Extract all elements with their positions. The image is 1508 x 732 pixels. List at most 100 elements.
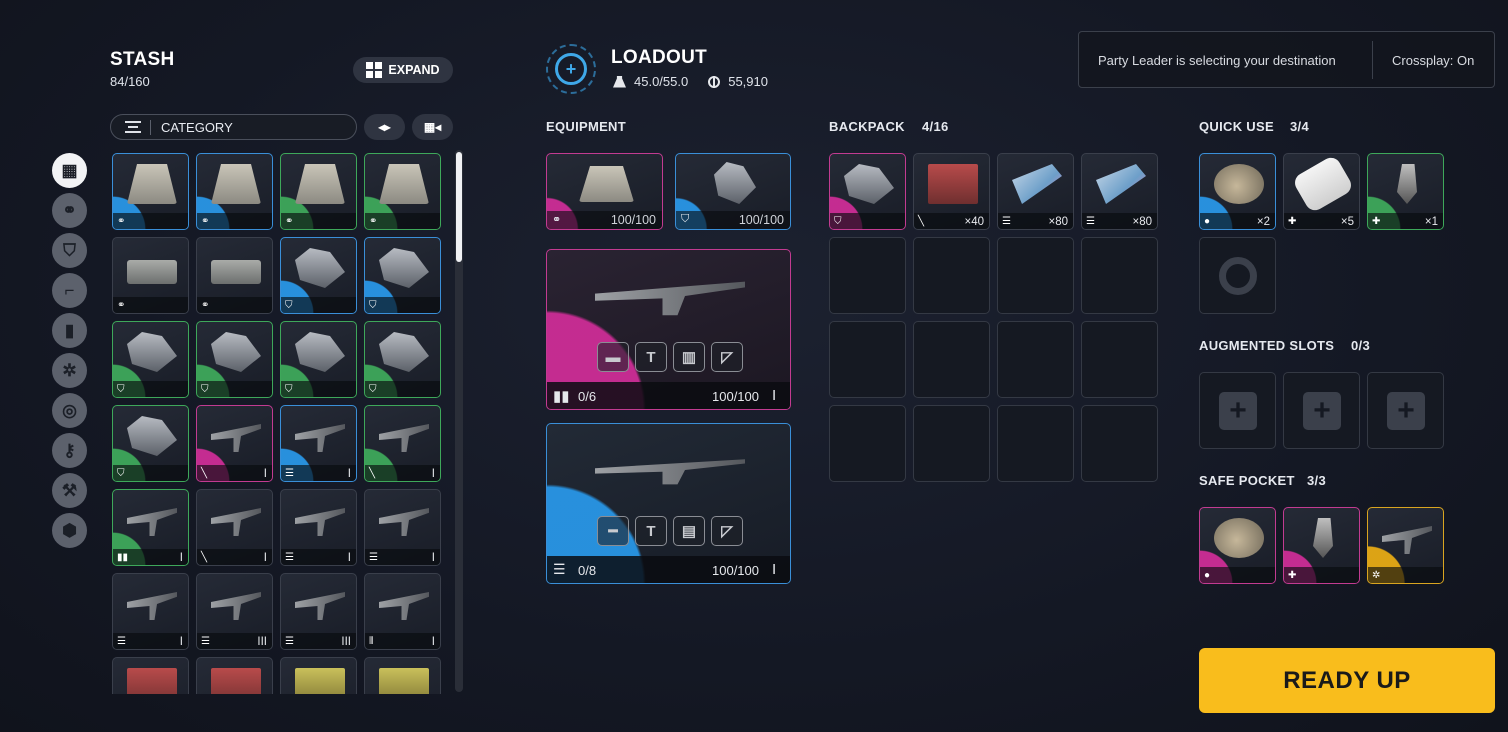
stash-item-slot[interactable] bbox=[196, 657, 273, 694]
magazine-mod-slot[interactable]: ▤ bbox=[673, 516, 705, 546]
backpack-item-slot[interactable]: ⛉ bbox=[829, 153, 906, 230]
stash-item-slot[interactable]: ⚭ bbox=[112, 237, 189, 314]
category-filter[interactable]: CATEGORY bbox=[110, 114, 357, 140]
backpack-empty-slot[interactable] bbox=[1081, 405, 1158, 482]
backpack-empty-slot[interactable] bbox=[913, 321, 990, 398]
grenade-icon: ● bbox=[1204, 570, 1211, 581]
muzzle-mod-slot[interactable]: ▬ bbox=[597, 342, 629, 372]
coin-icon bbox=[708, 75, 721, 88]
stash-item-slot[interactable]: ⚭ bbox=[364, 153, 441, 230]
stash-item-slot[interactable]: ⛉ bbox=[196, 321, 273, 398]
ammo-medium-icon: ☰ bbox=[1086, 216, 1095, 227]
category-trinket-icon[interactable]: ◎ bbox=[52, 393, 87, 428]
stash-item-slot[interactable]: ☰ I bbox=[112, 573, 189, 650]
backpack-empty-slot[interactable] bbox=[997, 237, 1074, 314]
crossplay-status[interactable]: Crossplay: On bbox=[1392, 53, 1474, 68]
augmented-slot[interactable]: + bbox=[1199, 372, 1276, 449]
augmented-slot[interactable]: + bbox=[1367, 372, 1444, 449]
quick-use-slot[interactable]: ● ×2 bbox=[1199, 153, 1276, 230]
stash-item-slot[interactable]: ⦀ I bbox=[364, 573, 441, 650]
stock-mod-slot[interactable]: ◸ bbox=[711, 342, 743, 372]
ammo-light-icon: ╲ bbox=[201, 552, 208, 563]
magazine-mod-slot[interactable]: ▥ bbox=[673, 342, 705, 372]
backpack-empty-slot[interactable] bbox=[1081, 321, 1158, 398]
stash-item-slot[interactable]: ☰ I bbox=[280, 405, 357, 482]
stash-item-slot[interactable]: ⚭ bbox=[196, 153, 273, 230]
category-key-icon[interactable]: ⚷ bbox=[52, 433, 87, 468]
backpack-empty-slot[interactable] bbox=[829, 321, 906, 398]
stash-item-slot[interactable] bbox=[112, 657, 189, 694]
backpack-empty-slot[interactable] bbox=[1081, 237, 1158, 314]
backpack-item-slot[interactable]: ╲ ×40 bbox=[913, 153, 990, 230]
backpack-empty-slot[interactable] bbox=[829, 237, 906, 314]
stash-item-slot[interactable]: ☰ I bbox=[364, 489, 441, 566]
category-grid-icon[interactable]: ▦ bbox=[52, 153, 87, 188]
shield-icon: ⛉ bbox=[117, 468, 125, 479]
category-shield-icon[interactable]: ⛉ bbox=[52, 233, 87, 268]
backpack-empty-slot[interactable] bbox=[913, 237, 990, 314]
stash-item-slot[interactable]: ⚭ bbox=[280, 153, 357, 230]
expand-label: EXPAND bbox=[388, 63, 440, 77]
stash-item-slot[interactable]: ☰ III bbox=[196, 573, 273, 650]
category-ammo-icon[interactable]: ▮ bbox=[52, 313, 87, 348]
category-cube-icon[interactable]: ⬢ bbox=[52, 513, 87, 548]
item-image bbox=[211, 260, 261, 284]
stash-item-slot[interactable]: ☰ I bbox=[280, 489, 357, 566]
quick-use-slot[interactable]: ✚ ×1 bbox=[1367, 153, 1444, 230]
secondary-weapon-slot[interactable]: ━ T ▤ ◸ ☰ 0/8 100/100 I bbox=[546, 423, 791, 584]
augment-durability: 100/100 bbox=[610, 213, 656, 227]
underbarrel-mod-slot[interactable]: T bbox=[635, 342, 667, 372]
stash-item-slot[interactable]: ╲ I bbox=[196, 405, 273, 482]
safe-pocket-slot[interactable]: ✚ bbox=[1283, 507, 1360, 584]
primary-weapon-slot[interactable]: ▬ T ▥ ◸ ▮▮ 0/6 100/100 I bbox=[546, 249, 791, 410]
safe-pocket-slot[interactable]: ✲ bbox=[1367, 507, 1444, 584]
stash-item-slot[interactable]: ╲ I bbox=[364, 405, 441, 482]
stash-item-slot[interactable]: ⛉ bbox=[280, 237, 357, 314]
safe-pocket-slot[interactable]: ● bbox=[1199, 507, 1276, 584]
quick-use-slot-locked[interactable] bbox=[1199, 237, 1276, 314]
sort-button[interactable]: ◂▸ bbox=[364, 114, 405, 140]
stash-item-slot[interactable]: ⛉ bbox=[280, 321, 357, 398]
collapse-button[interactable]: ▦◂ bbox=[412, 114, 453, 140]
augmented-slot[interactable]: + bbox=[1283, 372, 1360, 449]
item-tier: III bbox=[341, 636, 351, 648]
medium-ammo-icon: ☰ bbox=[553, 561, 566, 577]
underbarrel-mod-slot[interactable]: T bbox=[635, 516, 667, 546]
stash-item-slot[interactable]: ☰ III bbox=[280, 573, 357, 650]
backpack-item-slot[interactable]: ☰ ×80 bbox=[997, 153, 1074, 230]
stash-item-slot[interactable]: ╲ I bbox=[196, 489, 273, 566]
category-wrench-icon[interactable]: ⚒ bbox=[52, 473, 87, 508]
ready-up-button[interactable]: READY UP bbox=[1199, 648, 1495, 713]
stash-item-slot[interactable]: ⚭ bbox=[112, 153, 189, 230]
muzzle-mod-slot[interactable]: ━ bbox=[597, 516, 629, 546]
backpack-empty-slot[interactable] bbox=[829, 405, 906, 482]
backpack-empty-slot[interactable] bbox=[997, 321, 1074, 398]
item-image bbox=[379, 592, 429, 620]
scrollbar-thumb[interactable] bbox=[456, 152, 462, 262]
backpack-empty-slot[interactable] bbox=[997, 405, 1074, 482]
augment-slot[interactable]: ⚭ 100/100 bbox=[546, 153, 663, 230]
item-image bbox=[295, 508, 345, 536]
category-augment-icon[interactable]: ⚭ bbox=[52, 193, 87, 228]
item-image bbox=[211, 668, 261, 694]
backpack-item-slot[interactable]: ☰ ×80 bbox=[1081, 153, 1158, 230]
item-tier: I bbox=[347, 468, 351, 480]
expand-button[interactable]: EXPAND bbox=[353, 57, 453, 83]
quick-use-slot[interactable]: ✚ ×5 bbox=[1283, 153, 1360, 230]
category-gear-icon[interactable]: ✲ bbox=[52, 353, 87, 388]
stash-item-slot[interactable] bbox=[364, 657, 441, 694]
stash-item-slot[interactable]: ⛉ bbox=[364, 237, 441, 314]
shield-slot[interactable]: ⛉ 100/100 bbox=[675, 153, 791, 230]
item-tier: I bbox=[431, 468, 435, 480]
add-icon: + bbox=[1387, 392, 1425, 430]
stock-mod-slot[interactable]: ◸ bbox=[711, 516, 743, 546]
stash-item-slot[interactable]: ▮▮ I bbox=[112, 489, 189, 566]
stash-item-slot[interactable]: ⛉ bbox=[364, 321, 441, 398]
stash-item-slot[interactable] bbox=[280, 657, 357, 694]
stash-scrollbar[interactable] bbox=[455, 150, 463, 692]
stash-item-slot[interactable]: ⛉ bbox=[112, 405, 189, 482]
stash-item-slot[interactable]: ⛉ bbox=[112, 321, 189, 398]
category-weapon-icon[interactable]: ⌐ bbox=[52, 273, 87, 308]
stash-item-slot[interactable]: ⚭ bbox=[196, 237, 273, 314]
backpack-empty-slot[interactable] bbox=[913, 405, 990, 482]
